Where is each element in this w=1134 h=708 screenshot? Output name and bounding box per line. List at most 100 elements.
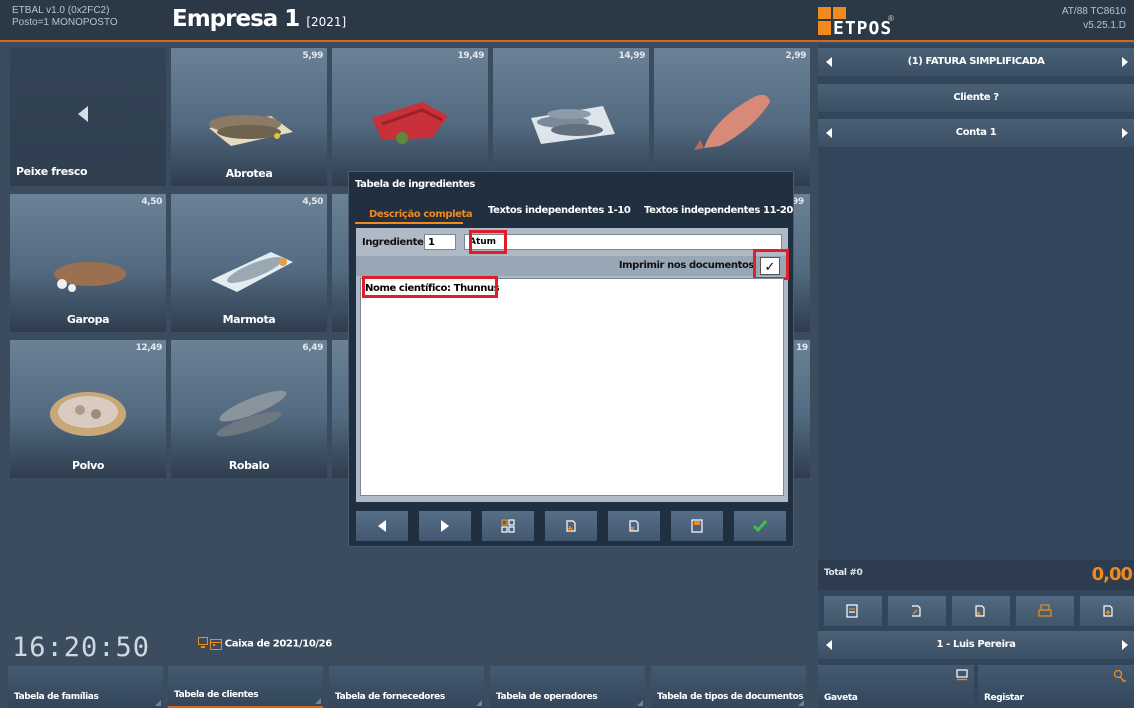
- confirm-button[interactable]: [734, 511, 786, 541]
- next-button[interactable]: [419, 511, 471, 541]
- ingredient-name-field[interactable]: Atum: [464, 234, 782, 250]
- grid-icon: [501, 519, 515, 533]
- total-row: Total #0 0,00: [818, 560, 1134, 590]
- account-selector[interactable]: Conta 1: [818, 119, 1134, 147]
- account-label: Conta 1: [955, 127, 997, 138]
- register-button[interactable]: Registar: [978, 665, 1134, 708]
- drawer-button[interactable]: Gaveta: [818, 665, 974, 708]
- document-button[interactable]: [824, 596, 882, 626]
- edit-line-button[interactable]: [888, 596, 946, 626]
- grouper-image: [54, 262, 126, 292]
- calendar-icon: [210, 639, 222, 650]
- product-price: 2,99: [785, 51, 806, 61]
- checkmark-icon: [752, 520, 768, 533]
- product-tile[interactable]: 6,49 Robalo: [171, 340, 327, 478]
- print-button[interactable]: [1016, 596, 1074, 626]
- version-info: AT/88 TC8610 v5.25.1.D: [1062, 5, 1126, 33]
- export-button[interactable]: [1080, 596, 1134, 626]
- client-selector[interactable]: Cliente ?: [818, 84, 1134, 112]
- ingredient-number-field[interactable]: 1: [424, 234, 456, 250]
- delete-line-button[interactable]: [952, 596, 1010, 626]
- register-icon: [1113, 669, 1126, 682]
- active-tab-indicator: [355, 222, 463, 224]
- drawer-icon: [956, 669, 968, 681]
- delete-record-button[interactable]: [608, 511, 660, 541]
- product-tile[interactable]: 4,50 Marmota: [171, 194, 327, 332]
- etpos-logo: ETPOS ®: [818, 4, 928, 39]
- document-type-selector[interactable]: (1) FATURA SIMPLIFICADA: [818, 48, 1134, 76]
- button-label: Tabela de clientes: [174, 690, 259, 700]
- product-tile[interactable]: 4,50 Garopa: [10, 194, 166, 332]
- product-tile[interactable]: 5,99 Abrotea: [171, 48, 327, 186]
- product-price: 4,50: [141, 197, 162, 207]
- sale-panel: (1) FATURA SIMPLIFICADA Cliente ? Conta …: [818, 44, 1134, 708]
- clock: 16:20:50: [12, 632, 151, 663]
- highlight-box: [753, 249, 789, 280]
- top-bar: ETBAL v1.0 (0x2FC2) Posto=1 MONOPOSTO Em…: [0, 0, 1134, 42]
- suppliers-table-button[interactable]: Tabela de fornecedores: [329, 666, 484, 708]
- delete-document-icon: [629, 520, 639, 532]
- hake-image: [211, 252, 293, 292]
- product-name: Abrotea: [225, 167, 273, 180]
- sardines-image: [531, 106, 615, 144]
- arrow-right-icon: [441, 520, 449, 532]
- monitor-icon: [198, 637, 208, 648]
- add-document-icon: [566, 520, 576, 532]
- product-tile[interactable]: 12,49 Polvo: [10, 340, 166, 478]
- document-types-table-button[interactable]: Tabela de tipos de documentos: [651, 666, 806, 708]
- corner-marker: [155, 700, 161, 706]
- logo-square: [818, 21, 831, 35]
- edit-icon: [912, 605, 921, 617]
- grid-view-button[interactable]: [482, 511, 534, 541]
- status-icons: [198, 636, 208, 654]
- family-name: Peixe fresco: [16, 165, 88, 178]
- description-textarea[interactable]: Nome científico: Thunnus: [360, 278, 784, 496]
- add-record-button[interactable]: [545, 511, 597, 541]
- product-name: Garopa: [66, 313, 110, 326]
- client-label: Cliente ?: [953, 92, 999, 103]
- product-name: Robalo: [228, 459, 270, 472]
- product-tile[interactable]: 14,99: [493, 48, 649, 186]
- product-tile[interactable]: 19,49: [332, 48, 488, 186]
- print-icon: [1038, 604, 1052, 617]
- ingredients-dialog: Tabela de ingredientes Descrição complet…: [348, 171, 794, 547]
- clients-table-button[interactable]: Tabela de clientes: [168, 666, 323, 708]
- total-label: Total #0: [824, 568, 863, 578]
- software-version: v5.25.1.D: [1083, 20, 1126, 31]
- arrow-right-icon[interactable]: [1122, 128, 1128, 138]
- tab-independent-texts-11-20[interactable]: Textos independentes 11-20: [644, 205, 793, 216]
- arrow-right-icon[interactable]: [1122, 640, 1128, 650]
- button-label: Tabela de famílias: [14, 692, 99, 702]
- save-icon: [691, 519, 703, 533]
- back-arrow-icon: [78, 106, 88, 122]
- corner-marker: [798, 700, 804, 706]
- family-tile-back[interactable]: Peixe fresco: [10, 48, 166, 186]
- arrow-left-icon: [378, 520, 386, 532]
- operator-selector[interactable]: 1 - Luis Pereira: [818, 631, 1134, 659]
- logo-square: [818, 7, 831, 19]
- tuna-image: [372, 102, 448, 144]
- save-button[interactable]: [671, 511, 723, 541]
- document-type-label: (1) FATURA SIMPLIFICADA: [907, 56, 1045, 67]
- product-price: 4,50: [302, 197, 323, 207]
- company-year: [2021]: [306, 15, 347, 29]
- arrow-right-icon[interactable]: [1122, 57, 1128, 67]
- operators-table-button[interactable]: Tabela de operadores: [490, 666, 645, 708]
- company-title: Empresa 1: [172, 6, 300, 32]
- octopus-image: [50, 392, 126, 436]
- tab-independent-texts-1-10[interactable]: Textos independentes 1-10: [488, 205, 631, 216]
- product-name: Polvo: [71, 459, 105, 472]
- company-name: Empresa 1 [2021]: [172, 6, 346, 32]
- terminal-id: AT/88 TC8610: [1061, 6, 1126, 17]
- sea-bream-image: [694, 94, 770, 150]
- previous-button[interactable]: [356, 511, 408, 541]
- product-tile[interactable]: 2,99: [654, 48, 810, 186]
- cash-register-date: Caixa de 2021/10/26: [224, 638, 332, 650]
- dialog-title: Tabela de ingredientes: [355, 179, 475, 190]
- corner-marker: [315, 698, 321, 704]
- tab-full-description[interactable]: Descrição completa: [369, 209, 473, 220]
- product-price: 5,99: [302, 51, 323, 61]
- drawer-label: Gaveta: [824, 693, 858, 703]
- logo-registered: ®: [888, 14, 894, 23]
- families-table-button[interactable]: Tabela de famílias: [8, 666, 163, 708]
